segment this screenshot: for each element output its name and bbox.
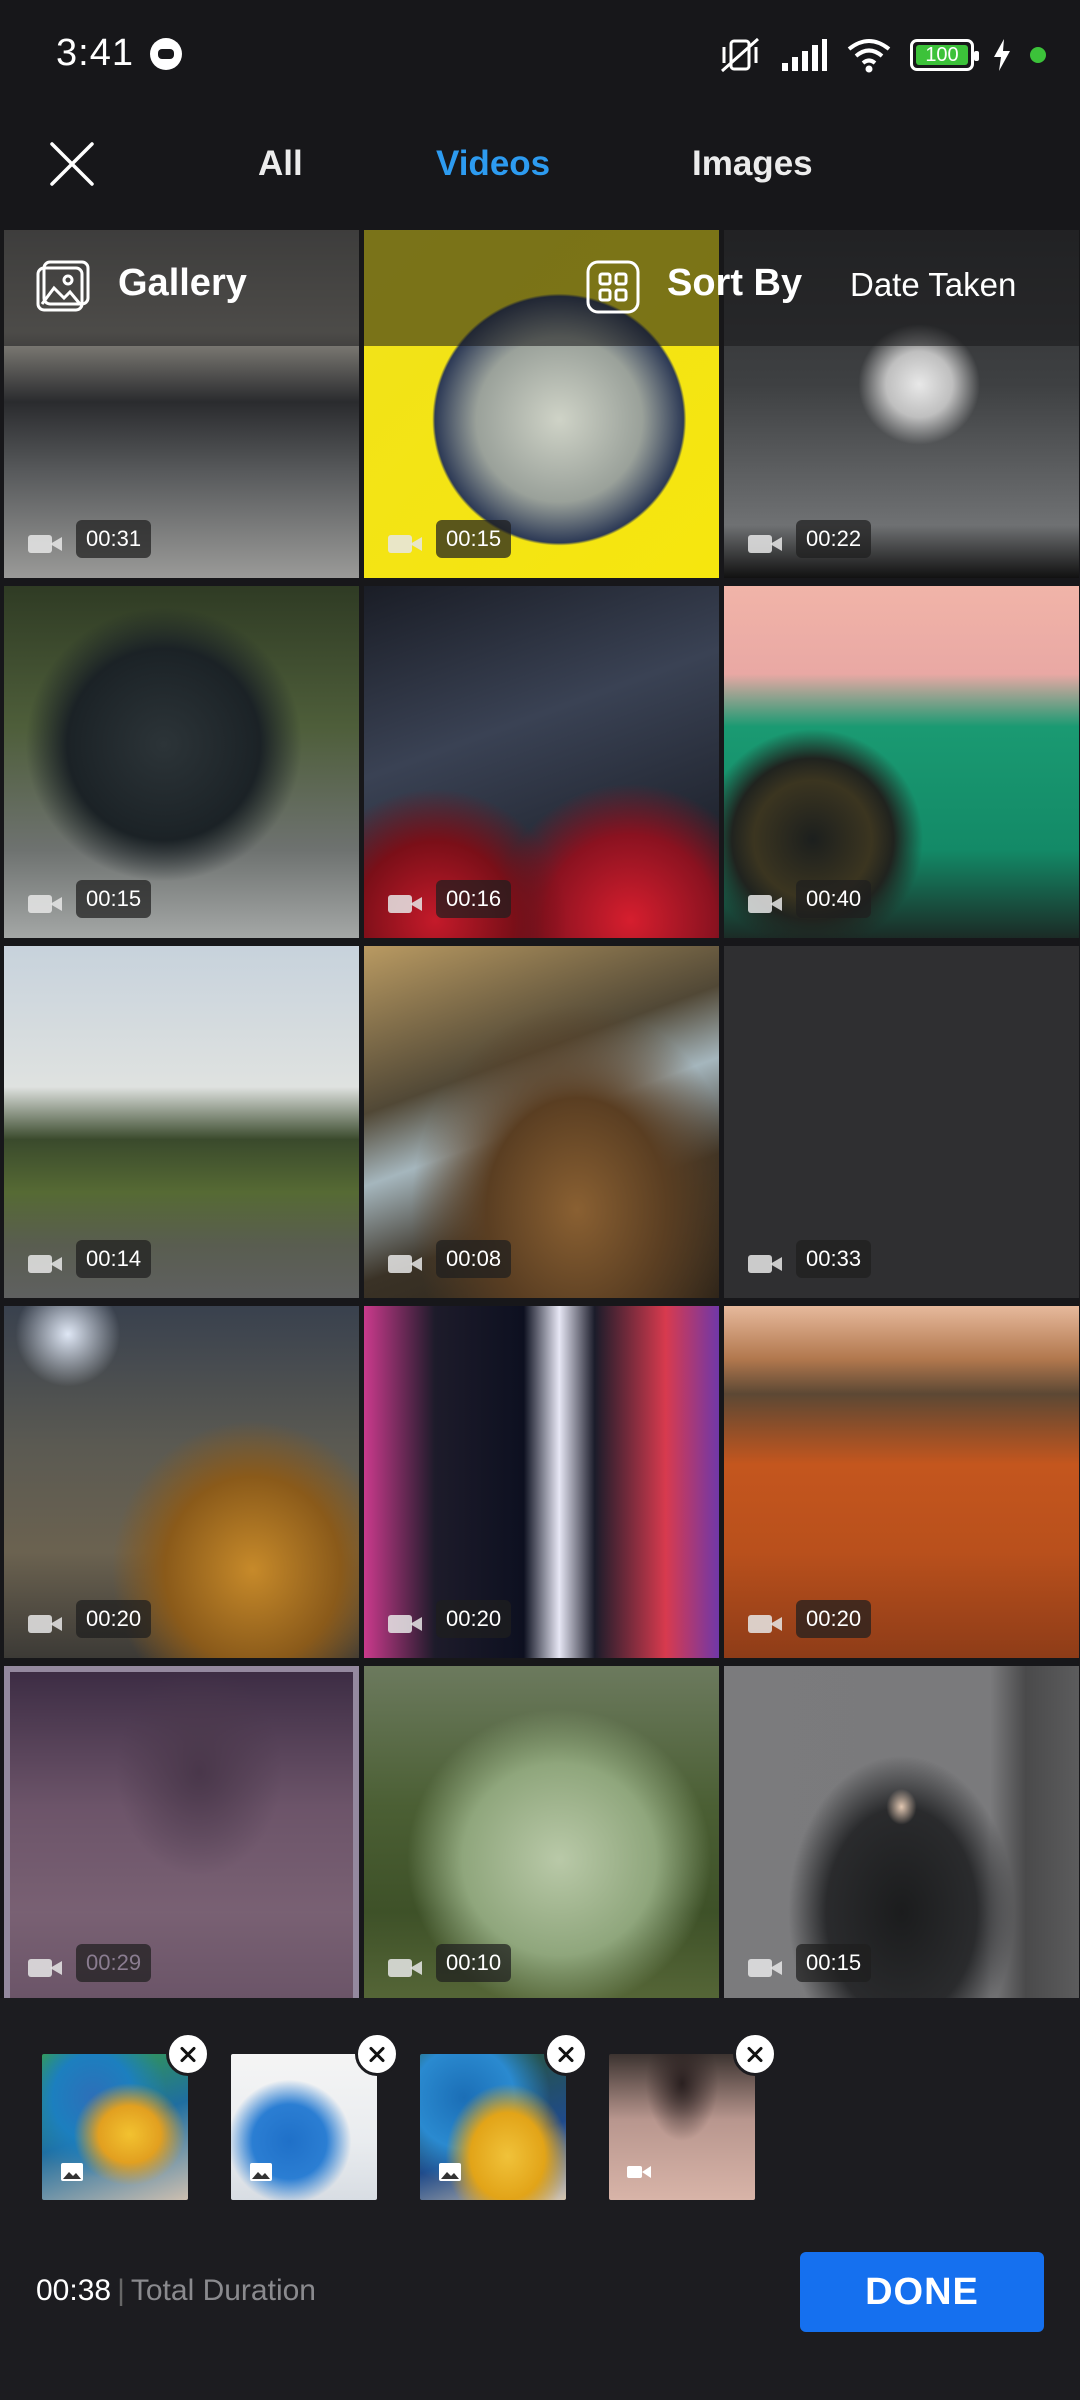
selected-thumbnail[interactable] — [609, 2032, 777, 2200]
battery-icon: 100 — [910, 39, 979, 71]
video-duration: 00:40 — [796, 880, 872, 918]
video-duration: 00:10 — [436, 1944, 512, 1982]
vibrate-mute-icon — [721, 37, 759, 73]
media-tile[interactable]: 00:20 — [364, 1306, 719, 1658]
video-camera-icon — [388, 532, 424, 556]
selected-thumbnail[interactable] — [42, 2032, 210, 2200]
selected-media-tray — [0, 1998, 1080, 2400]
total-duration-value: 00:38 — [36, 2274, 112, 2307]
media-tile[interactable]: 00:15 — [4, 586, 359, 938]
top-navigation: All Videos Images — [0, 110, 1080, 230]
selected-thumbnail[interactable] — [231, 2032, 399, 2200]
video-duration: 00:15 — [436, 520, 512, 558]
remove-icon[interactable] — [166, 2032, 210, 2076]
done-button[interactable]: DONE — [800, 2252, 1044, 2332]
video-duration: 00:33 — [796, 1240, 872, 1278]
image-type-icon — [439, 2163, 461, 2181]
video-camera-icon — [748, 1252, 784, 1276]
sort-grid-icon[interactable] — [586, 260, 640, 314]
media-tile[interactable]: 00:08 — [364, 946, 719, 1298]
total-duration-label: Total Duration — [130, 2274, 316, 2307]
media-tile[interactable]: 00:14 — [4, 946, 359, 1298]
video-duration: 00:31 — [76, 520, 152, 558]
video-camera-icon — [28, 1956, 64, 1980]
video-camera-icon — [28, 532, 64, 556]
video-camera-icon — [748, 1612, 784, 1636]
tab-images[interactable]: Images — [692, 144, 813, 184]
video-duration: 00:20 — [436, 1600, 512, 1638]
video-duration: 00:15 — [796, 1944, 872, 1982]
duration-separator: | — [117, 2274, 125, 2307]
tab-all[interactable]: All — [258, 144, 303, 184]
battery-level: 100 — [925, 43, 959, 66]
video-camera-icon — [748, 892, 784, 916]
media-tile[interactable]: 00:20 — [4, 1306, 359, 1658]
wifi-icon — [847, 39, 891, 73]
video-duration: 00:20 — [76, 1600, 152, 1638]
media-tile[interactable]: 00:10 — [364, 1666, 719, 1998]
gallery-label[interactable]: Gallery — [118, 262, 247, 305]
close-icon[interactable] — [40, 132, 104, 196]
media-tile[interactable]: 00:33 — [724, 946, 1079, 1298]
video-camera-icon — [388, 1252, 424, 1276]
video-camera-icon — [388, 1612, 424, 1636]
video-duration: 00:08 — [436, 1240, 512, 1278]
total-duration: 00:38 | Total Duration — [36, 2274, 316, 2308]
video-duration: 00:29 — [76, 1944, 152, 1982]
selected-thumbnail[interactable] — [420, 2032, 588, 2200]
image-type-icon — [61, 2163, 83, 2181]
video-camera-icon — [748, 532, 784, 556]
media-tile[interactable]: 00:15 — [724, 1666, 1079, 1998]
video-duration: 00:16 — [436, 880, 512, 918]
gallery-header: Gallery Sort By Date Taken — [0, 230, 1080, 346]
sort-by-label[interactable]: Sort By — [667, 262, 802, 305]
status-bar: 3:41 100 — [0, 0, 1080, 110]
status-icons: 100 — [718, 30, 1046, 80]
remove-icon[interactable] — [544, 2032, 588, 2076]
video-camera-icon — [388, 892, 424, 916]
video-camera-icon — [28, 892, 64, 916]
privacy-indicator-dot — [1030, 47, 1046, 63]
media-tile[interactable]: 00:20 — [724, 1306, 1079, 1658]
app-notification-icon — [150, 38, 182, 70]
media-tile[interactable]: 00:40 — [724, 586, 1079, 938]
video-duration: 00:22 — [796, 520, 872, 558]
tab-videos[interactable]: Videos — [436, 144, 550, 184]
video-duration: 00:14 — [76, 1240, 152, 1278]
gallery-icon[interactable] — [36, 260, 92, 312]
media-tile[interactable]: 00:29 — [4, 1666, 359, 1998]
sort-by-value[interactable]: Date Taken — [850, 266, 1016, 304]
image-type-icon — [250, 2163, 272, 2181]
media-tile[interactable]: 00:16 — [364, 586, 719, 938]
video-duration: 00:20 — [796, 1600, 872, 1638]
video-duration: 00:15 — [76, 880, 152, 918]
selected-overlay — [4, 1666, 359, 1998]
video-camera-icon — [748, 1956, 784, 1980]
remove-icon[interactable] — [355, 2032, 399, 2076]
status-time: 3:41 — [56, 32, 134, 74]
charging-icon — [994, 39, 1010, 71]
video-camera-icon — [28, 1252, 64, 1276]
video-camera-icon — [28, 1612, 64, 1636]
video-type-icon — [627, 2166, 651, 2178]
remove-icon[interactable] — [733, 2032, 777, 2076]
signal-icon — [782, 39, 827, 71]
video-camera-icon — [388, 1956, 424, 1980]
media-grid: 00:31 00:15 00:22 00:15 00:16 00:40 00:14 00:08… — [0, 230, 1080, 1998]
